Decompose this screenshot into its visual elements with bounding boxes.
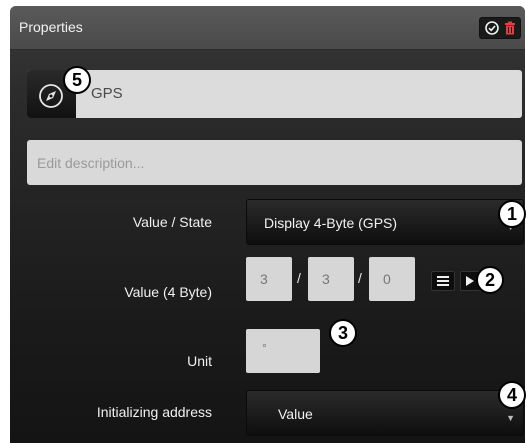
callout-4: 4 — [498, 381, 526, 409]
name-value: GPS — [91, 85, 123, 102]
byte-separator: / — [297, 270, 301, 286]
init-address-selected: Value — [278, 406, 313, 422]
header-button-group — [479, 17, 521, 39]
trash-icon[interactable] — [502, 20, 518, 36]
list-button[interactable] — [431, 271, 455, 291]
name-field[interactable]: GPS — [27, 70, 522, 118]
init-address-select[interactable]: Value ▼ — [246, 390, 524, 436]
unit-label: Unit — [187, 353, 212, 369]
callout-2: 2 — [476, 266, 504, 294]
unit-input[interactable]: ° — [246, 329, 320, 373]
value-state-select[interactable]: Display 4-Byte (GPS) ▼ — [246, 199, 524, 245]
byte-separator: / — [358, 270, 362, 286]
callout-5: 5 — [63, 66, 91, 94]
check-circle-icon[interactable] — [484, 20, 500, 36]
value-state-label: Value / State — [132, 214, 212, 230]
panel-header: Properties — [10, 6, 525, 50]
callout-1: 1 — [498, 200, 526, 228]
callout-3: 3 — [329, 319, 357, 347]
byte-input-1[interactable]: 3 — [246, 257, 292, 301]
chevron-down-icon: ▼ — [506, 413, 515, 423]
init-address-label: Initializing address — [96, 404, 212, 420]
byte-input-2[interactable]: 3 — [308, 257, 354, 301]
panel-title: Properties — [19, 19, 83, 35]
value-state-selected: Display 4-Byte (GPS) — [264, 215, 398, 231]
byte-input-3[interactable]: 0 — [369, 257, 415, 301]
value-4byte-label: Value (4 Byte) — [124, 284, 212, 300]
list-icon — [437, 276, 449, 286]
description-input[interactable] — [27, 140, 522, 185]
